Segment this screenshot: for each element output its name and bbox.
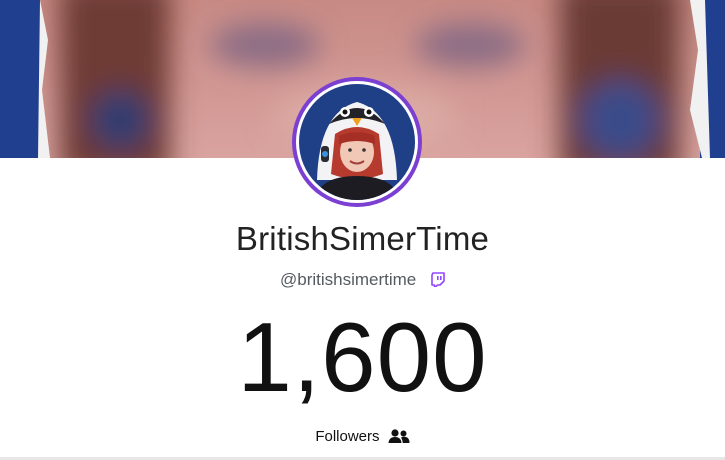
twitch-icon[interactable] <box>431 272 445 292</box>
handle[interactable]: @britishsimertime <box>280 270 416 289</box>
display-name: BritishSimerTime <box>235 220 490 257</box>
avatar-image <box>299 84 415 200</box>
follower-count: 1,600 <box>237 302 488 412</box>
followers-label-row: Followers <box>0 428 725 448</box>
followers-label: Followers <box>315 428 380 445</box>
avatar[interactable] <box>292 77 422 207</box>
handle-row: @britishsimertime <box>0 270 725 292</box>
users-icon <box>388 428 410 448</box>
